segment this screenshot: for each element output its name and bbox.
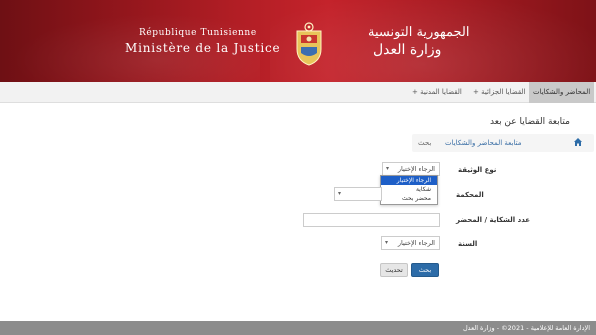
case-number-input[interactable]	[303, 213, 440, 227]
coat-of-arms-icon	[296, 22, 322, 66]
nav-item-civil-cases[interactable]: القضايا المدنية +	[408, 82, 466, 103]
document-type-value: الرجاء الإختيار	[397, 165, 435, 173]
chevron-down-icon: ▾	[338, 190, 342, 197]
dropdown-option[interactable]: شكاية	[381, 185, 437, 194]
breadcrumb-current: بحث	[418, 139, 432, 147]
header-ar-line1: الجمهورية التونسية	[368, 25, 470, 40]
document-type-dropdown[interactable]: الرجاء الإختيار شكاية محضر بحث	[380, 175, 438, 205]
header-fr-line2: Ministère de la Justice	[125, 41, 281, 55]
year-value: الرجاء الإختيار	[397, 239, 435, 247]
dropdown-option[interactable]: محضر بحث	[381, 194, 437, 203]
header-fr-line1: République Tunisienne	[139, 28, 257, 38]
home-icon[interactable]	[573, 137, 583, 147]
chevron-down-icon: ▾	[386, 165, 390, 172]
case-number-label: عدد الشكاية / المحضر	[456, 216, 531, 224]
document-type-select[interactable]: الرجاء الإختيار ▾	[382, 162, 440, 176]
breadcrumb-link-label[interactable]: متابعة المحاضر والشكايات	[445, 139, 521, 147]
court-label: المحكمة	[456, 191, 484, 199]
nav-item-complaints[interactable]: المحاضر والشكايات	[529, 82, 595, 103]
court-select[interactable]: ▾	[334, 187, 382, 201]
document-type-label: نوع الوثيقة	[458, 166, 497, 174]
footer: الإدارة العامة للإعلامية - 2021© - وزارة…	[0, 321, 596, 335]
dropdown-option[interactable]: الرجاء الإختيار	[381, 176, 437, 185]
chevron-down-icon: ▾	[385, 239, 389, 246]
main-nav: المحاضر والشكايات القضايا الجزائية + الق…	[0, 82, 596, 103]
breadcrumb-link[interactable]: متابعة المحاضر والشكايات	[445, 136, 521, 150]
year-select[interactable]: الرجاء الإختيار ▾	[381, 236, 440, 250]
header-ar-line2: وزارة العدل	[373, 42, 442, 58]
nav-item-criminal-cases[interactable]: القضايا الجزائية +	[469, 82, 529, 103]
header-banner: République Tunisienne Ministère de la Ju…	[0, 0, 596, 82]
page-title: متابعة القضايا عن بعد	[490, 117, 570, 127]
reset-button[interactable]: تحديث	[380, 263, 408, 277]
year-label: السنة	[458, 240, 478, 248]
search-button[interactable]: بحث	[411, 263, 439, 277]
